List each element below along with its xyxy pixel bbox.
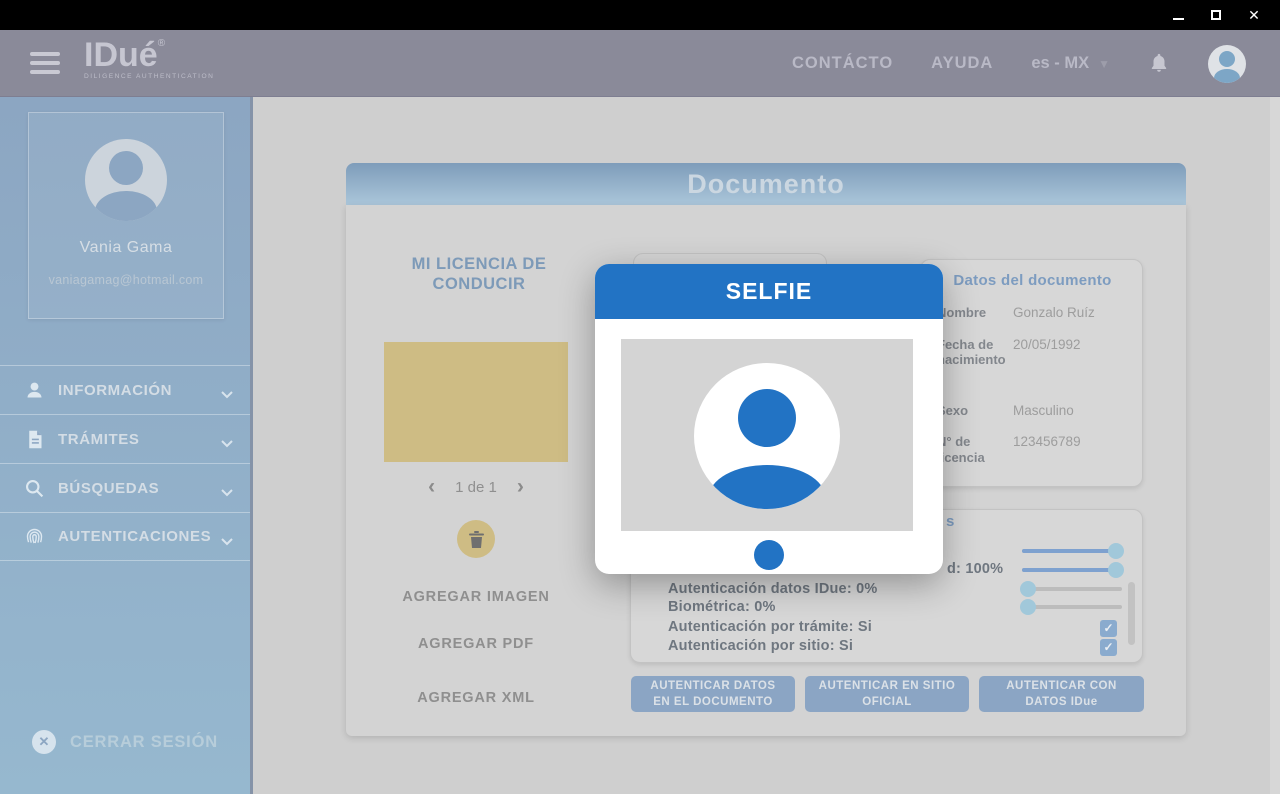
sidebar-item-label: AUTENTICACIONES [58, 528, 211, 545]
close-button[interactable]: ✕ [1246, 7, 1262, 23]
language-selector[interactable]: es - MX ▼ [1031, 54, 1110, 73]
sidebar-divider [250, 97, 253, 794]
document-name-title: MI LICENCIA DE CONDUCIR [384, 255, 574, 295]
field-value: 20/05/1992 [1009, 337, 1081, 387]
sidebar-item-label: TRÁMITES [58, 431, 139, 448]
hamburger-menu-icon[interactable] [30, 52, 60, 79]
chevron-down-icon [221, 386, 233, 394]
sidebar-item-label: INFORMACIÓN [58, 382, 172, 399]
authenticate-document-data-button[interactable]: AUTENTICAR DATOS EN EL DOCUMENTO [631, 676, 795, 712]
selfie-modal-header: SELFIE [595, 264, 943, 319]
auth-checkbox-tramite[interactable]: ✓ [1100, 620, 1117, 637]
chevron-down-icon [221, 435, 233, 443]
field-label: N° de licencia [937, 434, 1009, 484]
auth-row-label: Biométrica: 0% [668, 599, 776, 615]
authenticate-official-site-button[interactable]: AUTENTICAR EN SITIO OFICIAL [805, 676, 969, 712]
close-circle-icon: ✕ [32, 730, 56, 754]
auth-slider[interactable] [1022, 581, 1122, 597]
field-value: 123456789 [1009, 434, 1081, 484]
brand-tagline: DILIGENCE AUTHENTICATION [84, 73, 214, 80]
chevron-down-icon [221, 533, 233, 541]
auth-slider[interactable] [1022, 562, 1122, 578]
maximize-button[interactable] [1208, 7, 1224, 23]
field-label: Nombre [937, 305, 1009, 321]
document-data-title: Datos del documento [937, 272, 1128, 289]
registered-mark: ® [158, 38, 165, 49]
field-fecha-nacimiento: Fecha de nacimiento 20/05/1992 [937, 337, 1128, 387]
brand-logo: IDué® DILIGENCE AUTHENTICATION [84, 38, 214, 80]
sidebar-menu: INFORMACIÓN TRÁMITES BÚSQUEDAS [0, 365, 250, 561]
profile-email: vaniagamag@hotmail.com [29, 273, 223, 287]
add-pdf-button[interactable]: AGREGAR PDF [374, 636, 578, 652]
logout-button[interactable]: ✕ CERRAR SESIÓN [32, 730, 218, 754]
field-label: Fecha de nacimiento [937, 337, 1009, 387]
brand-name: IDué [84, 36, 158, 74]
selfie-preview-area [621, 339, 913, 531]
selfie-avatar-icon [694, 363, 840, 509]
pagination: ‹ 1 de 1 › [384, 478, 568, 496]
prev-page-button[interactable]: ‹ [428, 478, 435, 496]
profile-card: Vania Gama vaniagamag@hotmail.com [28, 112, 224, 319]
authenticate-idue-data-button[interactable]: AUTENTICAR CON DATOS IDue [979, 676, 1144, 712]
authentication-card-title: s [946, 513, 954, 530]
app-header: IDué® DILIGENCE AUTHENTICATION CONTÁCTO … [0, 30, 1280, 97]
language-value: es - MX [1031, 54, 1089, 73]
auth-row-label: d: 100% [947, 561, 1003, 577]
add-xml-button[interactable]: AGREGAR XML [374, 690, 578, 706]
sidebar-item-informacion[interactable]: INFORMACIÓN [0, 365, 250, 414]
nav-contacto[interactable]: CONTÁCTO [792, 54, 893, 73]
chevron-down-icon [221, 484, 233, 492]
trash-icon [469, 531, 484, 548]
delete-image-button[interactable] [457, 520, 495, 558]
sidebar-item-autenticaciones[interactable]: AUTENTICACIONES [0, 512, 250, 561]
fingerprint-icon [24, 526, 45, 547]
chevron-down-icon: ▼ [1098, 57, 1110, 71]
notifications-bell-icon[interactable] [1148, 52, 1170, 76]
selfie-modal-title: SELFIE [726, 278, 813, 305]
auth-slider[interactable] [1022, 599, 1122, 615]
auth-row-label: Autenticación por trámite: Si [668, 619, 872, 635]
minimize-button[interactable] [1170, 7, 1186, 23]
next-page-button[interactable]: › [517, 478, 524, 496]
sidebar-item-label: BÚSQUEDAS [58, 480, 159, 497]
add-image-button[interactable]: AGREGAR IMAGEN [374, 589, 578, 605]
titlebar: ✕ [0, 0, 1280, 30]
profile-avatar-icon [85, 139, 167, 221]
nav-ayuda[interactable]: AYUDA [931, 54, 993, 73]
logout-label: CERRAR SESIÓN [70, 733, 218, 752]
field-numero-licencia: N° de licencia 123456789 [937, 434, 1128, 484]
user-avatar[interactable] [1208, 45, 1246, 83]
auth-slider[interactable] [1022, 543, 1122, 559]
sidebar: Vania Gama vaniagamag@hotmail.com INFORM… [0, 97, 250, 794]
header-nav: CONTÁCTO AYUDA es - MX ▼ [792, 30, 1280, 97]
page-scrollbar[interactable] [1270, 97, 1280, 794]
auth-row-label: Autenticación por sitio: Si [668, 638, 853, 654]
selfie-modal: SELFIE [595, 264, 943, 574]
sidebar-item-tramites[interactable]: TRÁMITES [0, 414, 250, 463]
search-icon [24, 478, 45, 499]
card-scrollbar-thumb[interactable] [1128, 582, 1135, 645]
field-sexo: Sexo Masculino [937, 403, 1128, 419]
document-card-header: Documento [346, 163, 1186, 205]
sidebar-item-busquedas[interactable]: BÚSQUEDAS [0, 463, 250, 512]
field-value: Gonzalo Ruíz [1009, 305, 1095, 321]
auth-checkbox-sitio[interactable]: ✓ [1100, 639, 1117, 656]
person-icon [24, 380, 45, 401]
capture-selfie-button[interactable] [754, 540, 784, 570]
pagination-label: 1 de 1 [455, 479, 497, 496]
auth-row-label: Autenticación datos IDue: 0% [668, 581, 877, 597]
document-image-preview[interactable] [384, 342, 568, 462]
page-title: Documento [687, 169, 845, 200]
document-icon [24, 429, 45, 450]
field-nombre: Nombre Gonzalo Ruíz [937, 305, 1128, 321]
profile-name: Vania Gama [29, 239, 223, 257]
document-data-card: Datos del documento Nombre Gonzalo Ruíz … [920, 259, 1143, 487]
field-value: Masculino [1009, 403, 1074, 419]
field-label: Sexo [937, 403, 1009, 419]
